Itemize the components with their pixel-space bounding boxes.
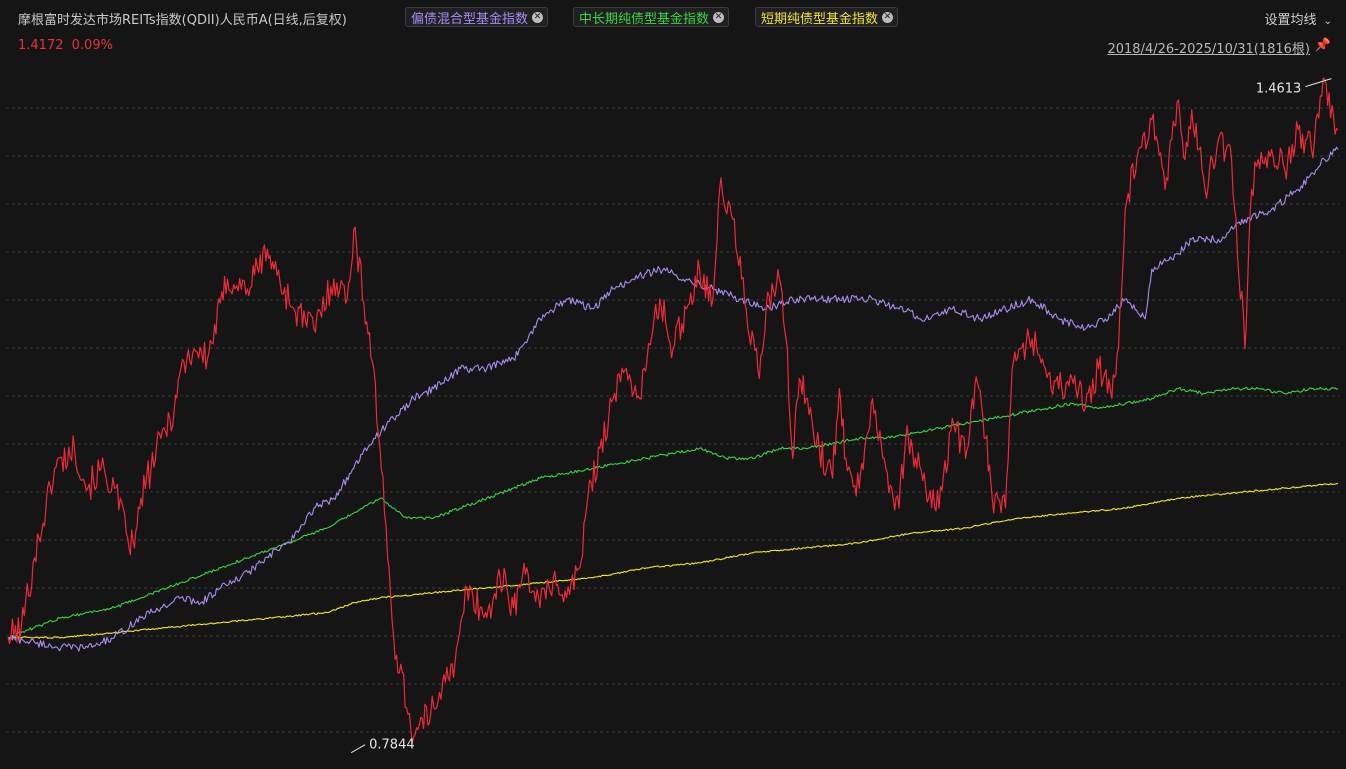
min-label: 0.7844 [369,738,415,753]
max-label: 1.4613 [1256,82,1302,97]
min-arrow-line [350,744,366,754]
series-line-3 [7,482,1339,639]
max-arrow-line [1305,78,1332,88]
performance-chart[interactable]: 1.4613 0.7844 [0,0,1346,769]
series-line-1 [7,146,1339,652]
series-line-0 [7,77,1339,744]
series-lines [7,77,1339,744]
grid-lines [6,107,1340,733]
